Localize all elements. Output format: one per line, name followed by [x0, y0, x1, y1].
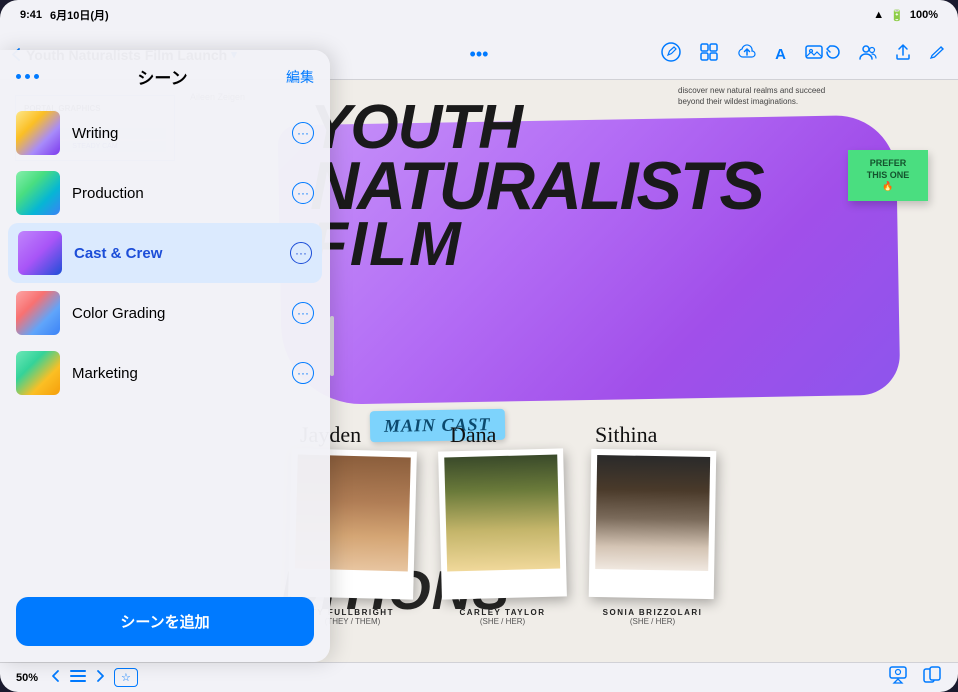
text-format-icon[interactable]: A	[775, 46, 786, 63]
scene-more-writing[interactable]: ···	[292, 122, 314, 144]
scene-panel: シーン 編集 Writing ··· Production ··· Cast &…	[0, 50, 330, 662]
scene-list: Writing ··· Production ··· Cast & Crew ·…	[0, 99, 330, 585]
cast-pronoun-carley: (SHE / HER)	[459, 617, 545, 626]
edit-icon[interactable]	[928, 43, 946, 66]
bottom-toolbar: 50% ☆	[0, 662, 958, 692]
status-date: 6月10日(月)	[50, 7, 109, 23]
cast-photos-row: Jayden TY FULLBRIGHT (THEY / THEM) Dana	[290, 450, 715, 626]
main-cast-section: MAIN CAST Jayden TY FULLBRIGHT (THEY / T…	[290, 430, 958, 662]
scene-thumb-cast	[18, 231, 62, 275]
scene-more-cast[interactable]: ···	[290, 242, 312, 264]
cast-pronoun-sonia: (SHE / HER)	[603, 617, 703, 626]
bottom-nav: ☆	[50, 668, 138, 687]
scene-dot-2	[25, 74, 30, 79]
scene-item-production[interactable]: Production ···	[0, 163, 330, 223]
scene-thumb-production	[16, 171, 60, 215]
media-insert-icon[interactable]	[804, 42, 824, 67]
scene-name-writing: Writing	[72, 125, 280, 142]
scene-dot-1	[16, 74, 21, 79]
battery-level: 100%	[910, 9, 938, 21]
scene-panel-dots[interactable]	[16, 74, 39, 79]
scene-more-color[interactable]: ···	[292, 302, 314, 324]
prev-page-button[interactable]	[50, 669, 62, 686]
pencil-circle-icon[interactable]	[661, 42, 681, 67]
film-title-film: FILM	[310, 210, 463, 279]
collaborators-icon[interactable]	[858, 42, 878, 67]
scene-item-writing[interactable]: Writing ···	[0, 103, 330, 163]
cast-name-carley: CARLEY TAYLOR	[459, 608, 545, 617]
present-icon[interactable]	[888, 665, 908, 690]
zoom-level[interactable]: 50%	[16, 672, 38, 684]
cloud-upload-icon[interactable]	[737, 42, 757, 67]
scene-panel-header: シーン 編集	[0, 50, 330, 99]
nav-right-icons	[824, 42, 946, 67]
add-scene-button[interactable]: シーンを追加	[16, 597, 314, 646]
scene-thumb-marketing	[16, 351, 60, 395]
list-view-button[interactable]	[70, 669, 86, 686]
star-button[interactable]: ☆	[114, 668, 138, 687]
scene-name-color-grading: Color Grading	[72, 305, 280, 322]
scene-name-production: Production	[72, 185, 280, 202]
scene-thumb-writing	[16, 111, 60, 155]
share-icon[interactable]	[894, 43, 912, 66]
cast-photo-carley: Dana CARLEY TAYLOR (SHE / HER)	[440, 450, 565, 626]
status-bar-right: ▲ 🔋 100%	[873, 9, 938, 22]
next-page-button[interactable]	[94, 669, 106, 686]
sticky-note: PREFER THIS ONE 🔥	[848, 150, 928, 201]
grid-view-icon[interactable]	[699, 42, 719, 67]
scene-more-production[interactable]: ···	[292, 182, 314, 204]
scene-item-cast-crew[interactable]: Cast & Crew ···	[8, 223, 322, 283]
scene-item-color-grading[interactable]: Color Grading ···	[0, 283, 330, 343]
scene-panel-title: シーン	[137, 64, 187, 89]
film-title: YOUTH NATURALISTS FILM	[310, 100, 763, 273]
multiwindow-icon[interactable]	[922, 665, 942, 690]
status-bar: 9:41 6月10日(月) ▲ 🔋 100%	[0, 0, 958, 30]
cast-name-sonia: SONIA BRIZZOLARI	[603, 608, 703, 617]
scene-name-cast-crew: Cast & Crew	[74, 245, 278, 262]
scene-dot-3	[34, 74, 39, 79]
wifi-icon: ▲	[873, 9, 884, 21]
toolbar-right-icons	[888, 665, 942, 690]
scene-edit-button[interactable]: 編集	[286, 67, 314, 87]
battery-icon: 🔋	[890, 9, 904, 22]
undo-icon[interactable]	[824, 43, 842, 66]
status-bar-left: 9:41 6月10日(月)	[20, 7, 109, 23]
scene-item-marketing[interactable]: Marketing ···	[0, 343, 330, 403]
nav-center-icons: A	[661, 42, 824, 67]
sticky-note-text: PREFER THIS ONE 🔥	[867, 158, 910, 191]
scene-thumb-color	[16, 291, 60, 335]
scene-more-marketing[interactable]: ···	[292, 362, 314, 384]
scene-name-marketing: Marketing	[72, 365, 280, 382]
status-time: 9:41	[20, 9, 42, 21]
scroll-indicator	[330, 316, 334, 376]
nav-dots[interactable]: •••	[470, 44, 489, 65]
cast-photo-sonia: Sithina SONIA BRIZZOLARI (SHE / HER)	[590, 450, 715, 626]
ipad-frame: 9:41 6月10日(月) ▲ 🔋 100% Youth Naturalists…	[0, 0, 958, 692]
